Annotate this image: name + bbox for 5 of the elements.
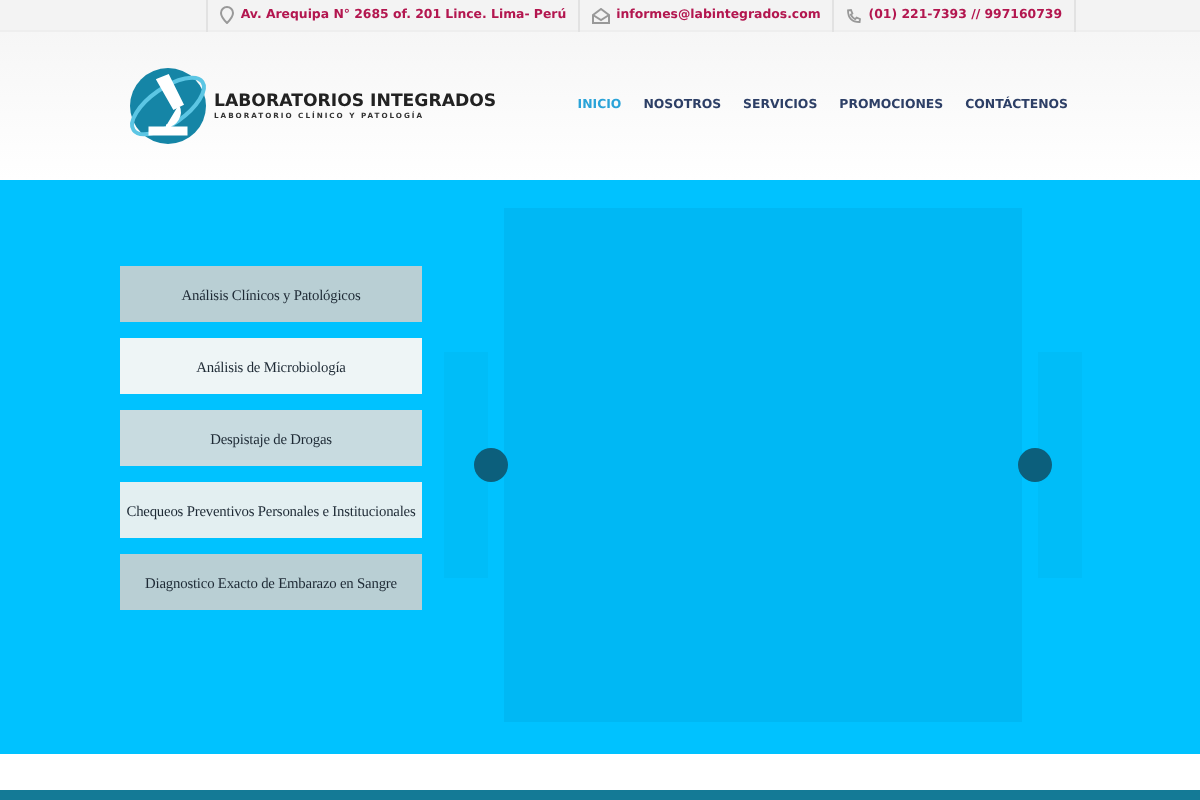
map-pin-icon bbox=[220, 6, 235, 24]
logo-title: LABORATORIOS INTEGRADOS bbox=[214, 92, 497, 112]
phone-icon bbox=[846, 7, 863, 23]
envelope-icon bbox=[592, 7, 611, 23]
microscope-logo-icon[interactable] bbox=[124, 62, 212, 150]
